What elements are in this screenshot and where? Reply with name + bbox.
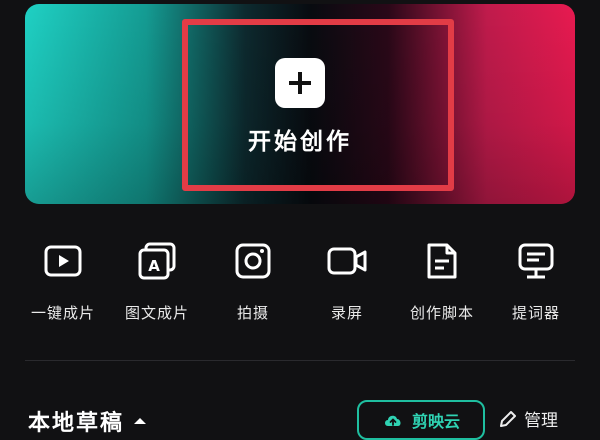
tool-label: 图文成片 bbox=[124, 304, 189, 322]
tool-label: 拍摄 bbox=[236, 304, 269, 322]
tool-camera[interactable]: 拍摄 bbox=[203, 238, 303, 323]
text-to-video-icon: A bbox=[138, 242, 176, 280]
tool-label: 提词器 bbox=[511, 304, 560, 322]
cloud-upload-icon bbox=[384, 415, 401, 426]
screen-record-icon bbox=[327, 247, 367, 275]
tool-one-click-video[interactable]: 一键成片 bbox=[13, 238, 113, 323]
cloud-drive-button[interactable]: 剪映云 bbox=[357, 400, 485, 440]
tool-label: 录屏 bbox=[330, 304, 363, 322]
edit-pencil-icon bbox=[500, 410, 516, 427]
teleprompter-icon bbox=[518, 243, 554, 279]
start-create-label[interactable]: 开始创作 bbox=[200, 122, 400, 156]
start-create-button[interactable] bbox=[275, 58, 325, 108]
play-video-icon bbox=[44, 245, 82, 277]
tool-text-to-video[interactable]: A 图文成片 bbox=[107, 238, 207, 323]
tool-label: 创作脚本 bbox=[409, 304, 474, 322]
tool-teleprompter[interactable]: 提词器 bbox=[486, 238, 586, 323]
svg-text:A: A bbox=[148, 257, 160, 275]
manage-button[interactable]: 管理 bbox=[498, 406, 558, 431]
script-document-icon bbox=[427, 243, 457, 279]
local-drafts-dropdown[interactable]: 本地草稿 bbox=[28, 405, 147, 437]
plus-icon bbox=[289, 72, 311, 94]
caret-up-icon bbox=[134, 418, 147, 424]
manage-label: 管理 bbox=[524, 411, 558, 431]
quick-tools-row: 一键成片 A 图文成片 拍摄 录屏 创作脚本 提词器 bbox=[0, 238, 600, 328]
camera-icon bbox=[235, 243, 271, 279]
section-divider bbox=[25, 360, 575, 361]
tool-script[interactable]: 创作脚本 bbox=[392, 238, 492, 323]
cloud-drive-label: 剪映云 bbox=[411, 412, 460, 431]
tool-screen-record[interactable]: 录屏 bbox=[297, 238, 397, 323]
local-drafts-title: 本地草稿 bbox=[28, 411, 125, 436]
tool-label: 一键成片 bbox=[30, 304, 95, 322]
